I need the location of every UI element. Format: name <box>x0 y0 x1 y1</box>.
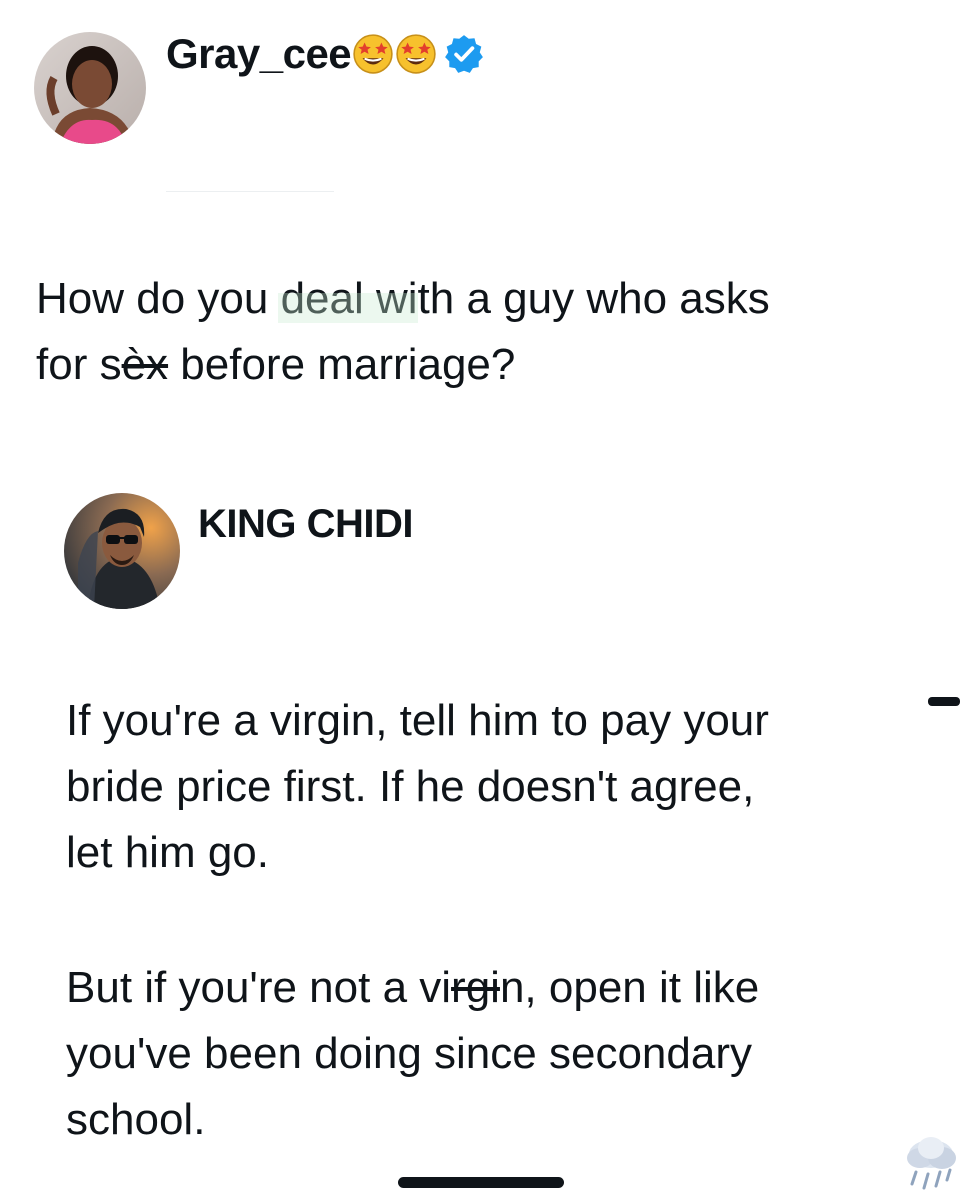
post-text-line: How do you deal with a guy who asks <box>36 274 770 323</box>
post-text-line: But if you're not a virgin, open it like <box>66 963 760 1012</box>
star-struck-emoji-icon <box>352 33 394 75</box>
avatar[interactable] <box>64 493 180 609</box>
watermark <box>278 293 418 323</box>
post-text-line: school. <box>66 1095 206 1144</box>
post-text: If you're a virgin, tell him to pay your… <box>66 688 906 886</box>
post-text-line: If you're a virgin, tell him to pay your <box>66 696 769 745</box>
profile-photo <box>34 32 146 144</box>
dash-mark <box>928 697 960 706</box>
author-row: Gray_cee <box>166 26 485 82</box>
cloud-storm-icon <box>902 1132 960 1196</box>
display-name[interactable]: KING CHIDI <box>198 502 414 547</box>
verified-badge-icon <box>443 33 485 75</box>
profile-photo <box>64 493 180 609</box>
divider <box>166 191 334 192</box>
post-text: But if you're not a virgin, open it like… <box>66 955 906 1153</box>
post-text-line: you've been doing since secondary <box>66 1029 752 1078</box>
censored-word: rgi <box>451 963 500 1012</box>
avatar[interactable] <box>34 32 146 144</box>
censored-word: èx <box>121 340 169 389</box>
author-row: KING CHIDI <box>198 500 414 548</box>
post-text: How do you deal with a guy who asks for … <box>36 266 916 398</box>
post-text-line: bride price first. If he doesn't agree, <box>66 762 755 811</box>
post-text-line: for sèx before marriage? <box>36 340 516 389</box>
star-struck-emoji-icon <box>395 33 437 75</box>
home-indicator[interactable] <box>398 1177 564 1188</box>
display-name[interactable]: Gray_cee <box>166 30 352 78</box>
post-text-line: let him go. <box>66 828 269 877</box>
